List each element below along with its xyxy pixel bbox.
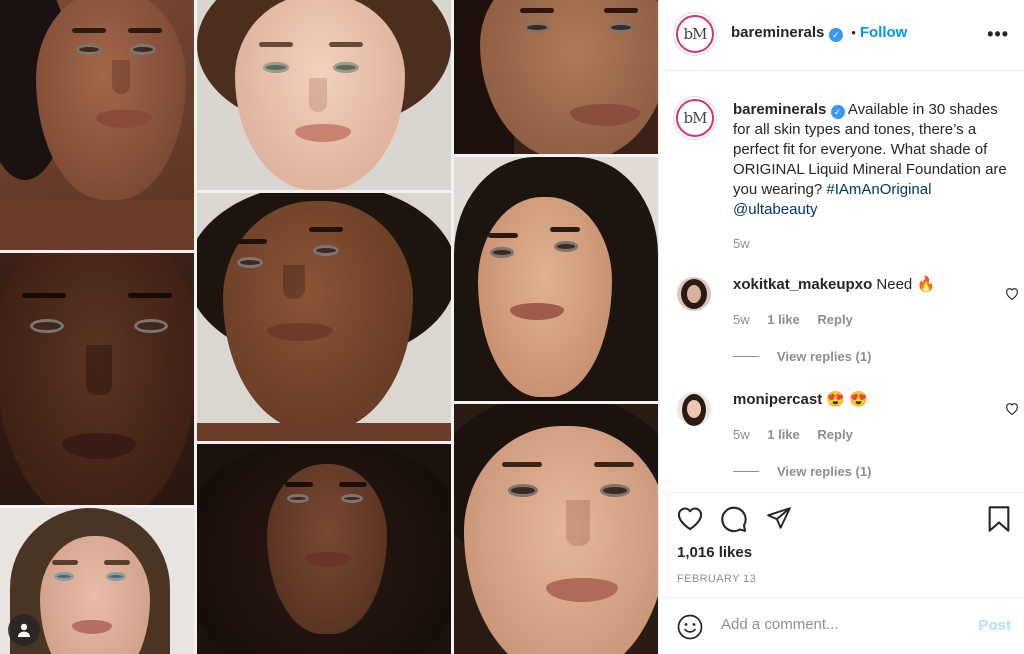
follow-button[interactable]: Follow bbox=[860, 24, 908, 41]
paper-plane-icon[interactable] bbox=[765, 505, 793, 531]
post-caption: bareminerals ✓ Available in 30 shades fo… bbox=[733, 100, 1015, 254]
view-replies-label: View replies (1) bbox=[777, 464, 872, 479]
model-photo bbox=[0, 253, 194, 505]
collage-column-2 bbox=[197, 0, 451, 654]
post-comment-button[interactable]: Post bbox=[978, 617, 1011, 634]
post-header: bM bareminerals ✓ • Follow ••• bbox=[659, 0, 1024, 71]
reply-button[interactable]: Reply bbox=[817, 427, 852, 442]
user-tag-icon bbox=[18, 623, 30, 637]
model-photo bbox=[0, 0, 194, 250]
post-details-panel: bM bareminerals ✓ • Follow ••• bM baremin… bbox=[658, 0, 1024, 654]
comment-bubble-icon[interactable] bbox=[720, 505, 748, 533]
comment-age: 5w bbox=[733, 312, 750, 327]
caption-username[interactable]: bareminerals bbox=[733, 101, 826, 118]
tagged-users-button[interactable] bbox=[8, 614, 40, 646]
commenter-username[interactable]: monipercast bbox=[733, 391, 822, 408]
comment-input[interactable] bbox=[721, 616, 961, 633]
model-photo bbox=[454, 0, 658, 154]
avatar-logo-text: bM bbox=[676, 15, 714, 53]
header-author-line: bareminerals ✓ • Follow bbox=[731, 24, 907, 42]
model-photo bbox=[197, 193, 451, 441]
verified-badge-icon: ✓ bbox=[830, 105, 845, 119]
model-photo bbox=[454, 404, 658, 654]
avatar-logo-text: bM bbox=[676, 99, 714, 137]
view-replies-button[interactable]: View replies (1) bbox=[733, 464, 871, 479]
comment-emoji: 😍 😍 bbox=[826, 391, 868, 408]
caption-hashtag[interactable]: #IAmAnOriginal bbox=[826, 181, 931, 198]
heart-icon[interactable] bbox=[676, 505, 704, 531]
post-actions: 1,016 likes FEBRUARY 13 bbox=[659, 492, 1024, 596]
commenter-avatar[interactable] bbox=[677, 392, 711, 426]
caption-mention[interactable]: @ultabeauty bbox=[733, 200, 1015, 220]
model-photo bbox=[197, 444, 451, 654]
comment-emoji: 🔥 bbox=[916, 276, 936, 293]
comment-composer: Post bbox=[659, 597, 1024, 654]
comment-likes[interactable]: 1 like bbox=[767, 312, 800, 327]
author-username[interactable]: bareminerals bbox=[731, 24, 824, 41]
caption-author-avatar[interactable]: bM bbox=[673, 96, 717, 140]
likes-count[interactable]: 1,016 likes bbox=[677, 544, 752, 561]
post-date: FEBRUARY 13 bbox=[677, 573, 757, 585]
author-avatar[interactable]: bM bbox=[673, 12, 717, 56]
comment-heart-icon[interactable] bbox=[1005, 287, 1019, 300]
more-options-button[interactable]: ••• bbox=[987, 24, 1009, 45]
bookmark-icon[interactable] bbox=[987, 505, 1011, 533]
comment-body: xokitkat_makeupxo Need 🔥 bbox=[733, 275, 935, 293]
comment-text: Need bbox=[876, 276, 913, 293]
commenter-username[interactable]: xokitkat_makeupxo bbox=[733, 276, 872, 293]
verified-badge-icon: ✓ bbox=[828, 28, 843, 42]
comment-likes[interactable]: 1 like bbox=[767, 427, 800, 442]
collage-column-3 bbox=[454, 0, 658, 654]
replies-divider bbox=[733, 471, 759, 472]
comment-age: 5w bbox=[733, 427, 750, 442]
replies-divider bbox=[733, 356, 759, 357]
view-replies-label: View replies (1) bbox=[777, 349, 872, 364]
reply-button[interactable]: Reply bbox=[817, 312, 852, 327]
view-replies-button[interactable]: View replies (1) bbox=[733, 349, 871, 364]
comment-heart-icon[interactable] bbox=[1005, 402, 1019, 415]
model-photo bbox=[197, 0, 451, 190]
smiley-icon[interactable] bbox=[677, 614, 703, 640]
commenter-avatar[interactable] bbox=[677, 277, 711, 311]
caption-age: 5w bbox=[733, 236, 750, 251]
comment-meta: 5w 1 like Reply bbox=[733, 312, 867, 327]
follow-separator: • bbox=[851, 25, 856, 40]
post-media-collage[interactable] bbox=[0, 0, 658, 654]
model-photo bbox=[454, 157, 658, 401]
comment-body: monipercast 😍 😍 bbox=[733, 390, 868, 408]
collage-column-1 bbox=[0, 0, 194, 654]
comment-meta: 5w 1 like Reply bbox=[733, 427, 867, 442]
